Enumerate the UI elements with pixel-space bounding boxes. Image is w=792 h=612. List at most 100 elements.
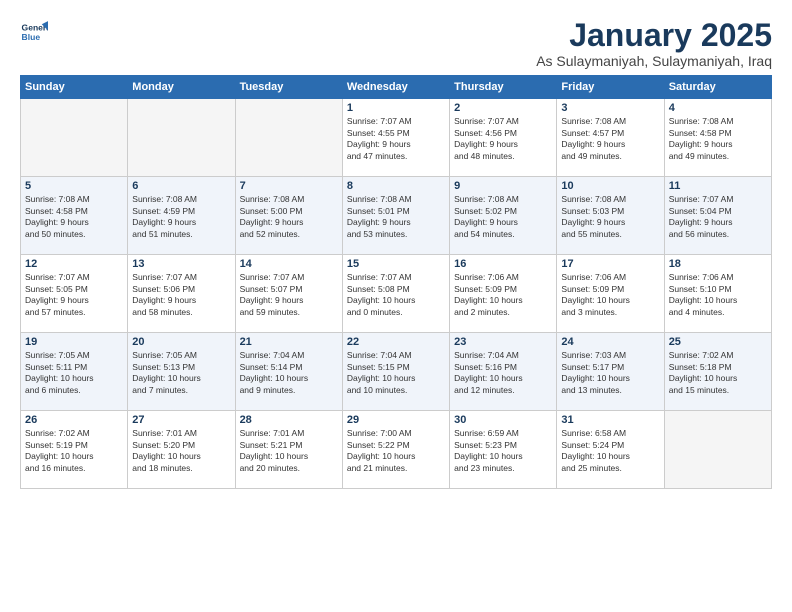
day-info: Sunrise: 7:07 AM Sunset: 5:06 PM Dayligh… [132, 272, 230, 318]
logo-icon: General Blue [20, 18, 48, 46]
calendar-title: January 2025 [536, 18, 772, 53]
calendar-cell: 27Sunrise: 7:01 AM Sunset: 5:20 PM Dayli… [128, 411, 235, 489]
week-row-1: 1 Sunrise: 7:07 AM Sunset: 4:55 PM Daylig… [21, 99, 772, 177]
day-number: 14 [240, 258, 338, 270]
day-number: 7 [240, 180, 338, 192]
calendar-cell: 20Sunrise: 7:05 AM Sunset: 5:13 PM Dayli… [128, 333, 235, 411]
day-number: 9 [454, 180, 552, 192]
day-number: 2 [454, 102, 552, 114]
day-info: Sunrise: 7:08 AM Sunset: 4:59 PM Dayligh… [132, 194, 230, 240]
calendar-cell: 5Sunrise: 7:08 AM Sunset: 4:58 PM Daylig… [21, 177, 128, 255]
logo: General Blue [20, 18, 48, 46]
day-number: 24 [561, 336, 659, 348]
week-row-5: 26Sunrise: 7:02 AM Sunset: 5:19 PM Dayli… [21, 411, 772, 489]
day-info: Sunrise: 7:06 AM Sunset: 5:09 PM Dayligh… [561, 272, 659, 318]
day-number: 25 [669, 336, 767, 348]
day-info: Sunrise: 7:08 AM Sunset: 4:57 PM Dayligh… [561, 116, 659, 162]
day-info: Sunrise: 7:08 AM Sunset: 5:00 PM Dayligh… [240, 194, 338, 240]
day-info: Sunrise: 7:07 AM Sunset: 5:07 PM Dayligh… [240, 272, 338, 318]
col-header-sunday: Sunday [21, 76, 128, 99]
week-row-2: 5Sunrise: 7:08 AM Sunset: 4:58 PM Daylig… [21, 177, 772, 255]
calendar-cell: 18Sunrise: 7:06 AM Sunset: 5:10 PM Dayli… [664, 255, 771, 333]
calendar-cell: 7 Sunrise: 7:08 AM Sunset: 5:00 PM Daylig… [235, 177, 342, 255]
title-block: January 2025 As Sulaymaniyah, Sulaymaniy… [536, 18, 772, 69]
col-header-saturday: Saturday [664, 76, 771, 99]
day-number: 21 [240, 336, 338, 348]
calendar-cell: 11 Sunrise: 7:07 AM Sunset: 5:04 PM Dayli… [664, 177, 771, 255]
day-info: Sunrise: 7:01 AM Sunset: 5:21 PM Dayligh… [240, 428, 338, 474]
calendar-cell: 22 Sunrise: 7:04 AM Sunset: 5:15 PM Dayli… [342, 333, 449, 411]
day-info: Sunrise: 7:07 AM Sunset: 4:55 PM Dayligh… [347, 116, 445, 162]
calendar-cell: 8 Sunrise: 7:08 AM Sunset: 5:01 PM Daylig… [342, 177, 449, 255]
day-info: Sunrise: 7:03 AM Sunset: 5:17 PM Dayligh… [561, 350, 659, 396]
calendar-cell [21, 99, 128, 177]
calendar-cell: 24 Sunrise: 7:03 AM Sunset: 5:17 PM Dayli… [557, 333, 664, 411]
calendar-cell: 9 Sunrise: 7:08 AM Sunset: 5:02 PM Daylig… [450, 177, 557, 255]
calendar-cell: 30Sunrise: 6:59 AM Sunset: 5:23 PM Dayli… [450, 411, 557, 489]
day-number: 13 [132, 258, 230, 270]
day-info: Sunrise: 6:58 AM Sunset: 5:24 PM Dayligh… [561, 428, 659, 474]
calendar-cell: 13 Sunrise: 7:07 AM Sunset: 5:06 PM Dayli… [128, 255, 235, 333]
day-number: 23 [454, 336, 552, 348]
col-header-friday: Friday [557, 76, 664, 99]
day-info: Sunrise: 7:07 AM Sunset: 4:56 PM Dayligh… [454, 116, 552, 162]
day-number: 11 [669, 180, 767, 192]
day-info: Sunrise: 7:08 AM Sunset: 5:01 PM Dayligh… [347, 194, 445, 240]
day-info: Sunrise: 7:04 AM Sunset: 5:14 PM Dayligh… [240, 350, 338, 396]
calendar-cell: 15 Sunrise: 7:07 AM Sunset: 5:08 PM Dayli… [342, 255, 449, 333]
col-header-tuesday: Tuesday [235, 76, 342, 99]
col-header-thursday: Thursday [450, 76, 557, 99]
day-number: 1 [347, 102, 445, 114]
day-info: Sunrise: 7:04 AM Sunset: 5:16 PM Dayligh… [454, 350, 552, 396]
calendar-cell: 2 Sunrise: 7:07 AM Sunset: 4:56 PM Daylig… [450, 99, 557, 177]
day-number: 17 [561, 258, 659, 270]
day-info: Sunrise: 7:00 AM Sunset: 5:22 PM Dayligh… [347, 428, 445, 474]
calendar-subtitle: As Sulaymaniyah, Sulaymaniyah, Iraq [536, 53, 772, 69]
day-number: 15 [347, 258, 445, 270]
header: General Blue January 2025 As Sulaymaniya… [20, 18, 772, 69]
calendar-cell: 31Sunrise: 6:58 AM Sunset: 5:24 PM Dayli… [557, 411, 664, 489]
week-row-4: 19 Sunrise: 7:05 AM Sunset: 5:11 PM Dayli… [21, 333, 772, 411]
calendar-cell: 25Sunrise: 7:02 AM Sunset: 5:18 PM Dayli… [664, 333, 771, 411]
day-info: Sunrise: 7:05 AM Sunset: 5:11 PM Dayligh… [25, 350, 123, 396]
calendar-cell: 16Sunrise: 7:06 AM Sunset: 5:09 PM Dayli… [450, 255, 557, 333]
day-info: Sunrise: 7:07 AM Sunset: 5:04 PM Dayligh… [669, 194, 767, 240]
calendar-cell: 23 Sunrise: 7:04 AM Sunset: 5:16 PM Dayli… [450, 333, 557, 411]
day-info: Sunrise: 7:08 AM Sunset: 4:58 PM Dayligh… [669, 116, 767, 162]
calendar-cell: 14 Sunrise: 7:07 AM Sunset: 5:07 PM Dayli… [235, 255, 342, 333]
calendar-table: SundayMondayTuesdayWednesdayThursdayFrid… [20, 75, 772, 489]
calendar-page: General Blue January 2025 As Sulaymaniya… [0, 0, 792, 499]
day-number: 8 [347, 180, 445, 192]
day-number: 29 [347, 414, 445, 426]
day-number: 20 [132, 336, 230, 348]
week-row-3: 12 Sunrise: 7:07 AM Sunset: 5:05 PM Dayli… [21, 255, 772, 333]
day-info: Sunrise: 7:06 AM Sunset: 5:10 PM Dayligh… [669, 272, 767, 318]
day-number: 19 [25, 336, 123, 348]
day-info: Sunrise: 7:04 AM Sunset: 5:15 PM Dayligh… [347, 350, 445, 396]
calendar-cell: 1 Sunrise: 7:07 AM Sunset: 4:55 PM Daylig… [342, 99, 449, 177]
calendar-cell: 17 Sunrise: 7:06 AM Sunset: 5:09 PM Dayli… [557, 255, 664, 333]
day-info: Sunrise: 7:07 AM Sunset: 5:05 PM Dayligh… [25, 272, 123, 318]
day-number: 3 [561, 102, 659, 114]
day-number: 4 [669, 102, 767, 114]
calendar-cell: 12 Sunrise: 7:07 AM Sunset: 5:05 PM Dayli… [21, 255, 128, 333]
day-info: Sunrise: 7:08 AM Sunset: 4:58 PM Dayligh… [25, 194, 123, 240]
calendar-cell: 28 Sunrise: 7:01 AM Sunset: 5:21 PM Dayli… [235, 411, 342, 489]
calendar-cell: 26Sunrise: 7:02 AM Sunset: 5:19 PM Dayli… [21, 411, 128, 489]
day-number: 12 [25, 258, 123, 270]
calendar-cell: 3 Sunrise: 7:08 AM Sunset: 4:57 PM Daylig… [557, 99, 664, 177]
day-info: Sunrise: 7:08 AM Sunset: 5:02 PM Dayligh… [454, 194, 552, 240]
day-number: 28 [240, 414, 338, 426]
day-number: 30 [454, 414, 552, 426]
day-number: 10 [561, 180, 659, 192]
calendar-cell [664, 411, 771, 489]
day-info: Sunrise: 7:07 AM Sunset: 5:08 PM Dayligh… [347, 272, 445, 318]
svg-text:Blue: Blue [22, 32, 41, 42]
day-number: 6 [132, 180, 230, 192]
calendar-cell [235, 99, 342, 177]
day-number: 22 [347, 336, 445, 348]
day-info: Sunrise: 7:01 AM Sunset: 5:20 PM Dayligh… [132, 428, 230, 474]
day-info: Sunrise: 7:06 AM Sunset: 5:09 PM Dayligh… [454, 272, 552, 318]
col-header-wednesday: Wednesday [342, 76, 449, 99]
calendar-cell: 6 Sunrise: 7:08 AM Sunset: 4:59 PM Daylig… [128, 177, 235, 255]
